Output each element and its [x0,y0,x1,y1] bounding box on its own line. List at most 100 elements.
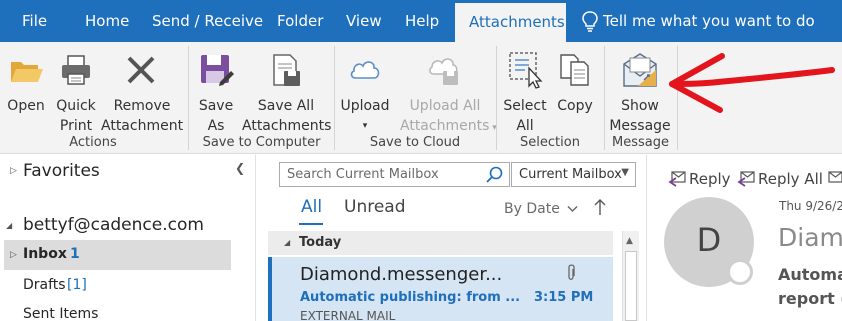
remove-attachment-label-2: Attachment [101,118,184,134]
upload-dropdown-caret: ▾ [362,121,368,131]
presence-indicator [727,259,753,285]
folder-pane: ▷ Favorites ❮ ◢ bettyf@cadence.com ▷ Inb… [0,155,256,321]
avatar-initial: D [696,221,722,259]
message-sender: Diamond.messenger... [300,264,503,285]
favorites-header[interactable]: Favorites [23,161,100,181]
folder-inbox[interactable]: ▷ Inbox 1 [4,240,231,270]
reply-button[interactable]: Reply [689,170,731,188]
x-mark-icon [127,56,155,84]
tell-me-search[interactable]: Tell me what you want to do [603,12,815,30]
inbox-label: Inbox [23,246,67,262]
open-button[interactable]: Open [4,48,48,134]
floppy-stack-icon [273,54,300,86]
upload-all-label-2-text: Attachments [400,118,490,134]
favorites-expand-icon[interactable]: ▷ [10,166,17,176]
group-header-today[interactable]: ◢ Today [268,231,613,255]
sort-direction-icon[interactable] [593,197,607,217]
message-list: Search Current Mailbox Current Mailbox ▼… [257,155,645,321]
upload-button[interactable]: Upload ▾ [338,48,392,134]
group-label-actions: Actions [69,135,117,150]
message-date: Thu 9/26/2 [779,199,842,213]
select-all-label-2: All [516,118,534,134]
search-placeholder: Search Current Mailbox [287,167,439,182]
folder-sent-items[interactable]: Sent Items [23,306,98,321]
menu-home[interactable]: Home [85,12,129,30]
group-label-message: Message [612,135,669,150]
message-subject-line-1: Automa [778,265,842,284]
filter-all[interactable]: All [301,197,322,217]
list-item[interactable]: Diamond.messenger... Automatic publishin… [268,257,613,321]
remove-attachment-label-1: Remove [113,98,171,114]
inbox-count: 1 [70,246,80,262]
menu-folder[interactable]: Folder [277,12,323,30]
tab-attachments[interactable]: Attachments [455,3,566,43]
filter-unread[interactable]: Unread [344,197,406,217]
quick-print-label-2: Print [59,118,93,134]
message-time: 3:15 PM [534,290,594,305]
floppy-disk-pencil-icon [201,55,234,86]
inbox-expand-icon[interactable]: ▷ [10,250,17,260]
search-scope-dropdown[interactable]: Current Mailbox ▼ [511,162,636,187]
scrollbar-thumb[interactable] [625,251,637,321]
account-collapse-icon[interactable]: ◢ [6,221,12,230]
save-as-button[interactable]: Save As [194,48,238,134]
save-as-label-2: As [207,118,225,134]
menu-send-receive[interactable]: Send / Receive [152,12,263,30]
account-name[interactable]: bettyf@cadence.com [23,215,204,235]
outlook-window: File Home Send / Receive Folder View Hel… [0,0,842,321]
cloud-stack-icon [429,58,458,85]
reply-icon[interactable] [667,170,687,188]
folder-drafts[interactable]: Drafts [23,277,66,293]
folder-open-icon [11,62,43,82]
group-label-save-to-computer: Save to Computer [202,135,321,150]
group-collapse-icon: ◢ [284,238,291,247]
reply-all-button[interactable]: Reply All [758,170,823,188]
reading-pane: Reply Reply All D Thu 9/26/2 Diamo Autom… [646,155,842,321]
search-input[interactable]: Search Current Mailbox [279,162,510,187]
envelope-arrow-icon [623,53,657,87]
drafts-count: [1] [67,277,87,293]
sort-by-label: By Date [504,201,560,217]
save-all-attachments-button[interactable]: Save All Attachments [242,48,332,134]
filter-all-underline [299,223,323,225]
show-message-label-2: Message [609,118,671,134]
save-as-label-1: Save [198,98,234,114]
menu-help[interactable]: Help [405,12,439,30]
sort-by-dropdown[interactable]: By Date [504,201,578,217]
menu-bar: File Home Send / Receive Folder View Hel… [0,0,842,43]
copy-label: Copy [557,98,593,114]
paperclip-icon [568,264,575,280]
menu-view[interactable]: View [346,12,382,30]
message-subject: Automatic publishing: from ... [300,290,521,305]
upload-all-attachments-button[interactable]: Upload All Attachments ▾ [400,48,497,134]
scroll-up-icon[interactable]: ▲ [626,236,633,246]
save-all-label-1: Save All [257,98,315,114]
selection-bar [268,257,272,321]
menu-file[interactable]: File [22,12,47,30]
chevron-down-icon [567,205,578,213]
lightbulb-icon [582,11,598,32]
forward-icon[interactable] [827,170,842,188]
tab-attachments-label: Attachments [469,13,565,31]
search-icon[interactable] [485,165,505,185]
select-cursor-icon [509,52,543,89]
search-scope-value: Current Mailbox [519,167,622,182]
list-scrollbar[interactable]: ▲ [622,231,639,321]
copy-button[interactable]: Copy [553,48,597,134]
message-sender-title: Diamo [778,223,842,252]
annotation-arrow-icon [669,53,835,113]
select-all-button[interactable]: Select All [500,48,550,134]
remove-attachment-button[interactable]: Remove Attachment [101,48,183,134]
chevron-down-icon: ▼ [621,167,629,178]
cloud-icon [350,61,380,79]
select-all-label-1: Select [503,98,547,114]
collapse-pane-icon[interactable]: ❮ [235,161,245,175]
group-label-save-to-cloud: Save to Cloud [369,135,461,150]
printer-icon [62,55,90,85]
copy-pages-icon [560,54,589,86]
reply-all-icon[interactable] [736,170,756,188]
upload-all-label-1: Upload All [409,98,481,114]
save-all-label-2: Attachments [242,118,332,134]
group-label-selection: Selection [520,135,580,150]
quick-print-button[interactable]: Quick Print [54,48,98,134]
